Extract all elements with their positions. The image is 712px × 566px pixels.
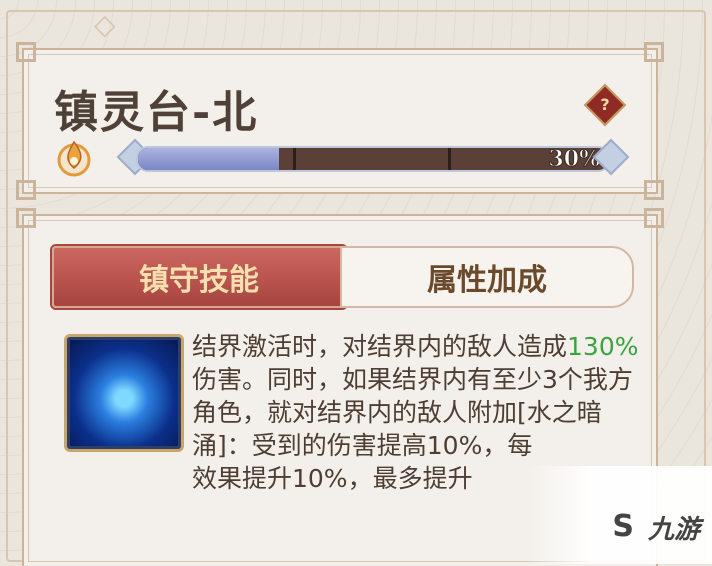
watermark: S 九游 — [526, 466, 712, 564]
progress-bar: 30% — [114, 138, 634, 176]
help-button[interactable]: ? — [583, 83, 627, 127]
desc-text: 伤害。同时，如果结界内有至少3个我方角色，就对结界内的敌人附加[水之暗涌]：受到… — [192, 365, 633, 460]
corner-ornament — [16, 180, 36, 200]
corner-ornament — [16, 42, 36, 62]
tab-attribute-bonus[interactable]: 属性加成 — [340, 246, 634, 308]
progress-fill — [138, 148, 279, 170]
progress-track: 30% — [136, 146, 610, 172]
question-icon: ? — [600, 95, 610, 114]
corner-ornament — [644, 42, 664, 62]
watermark-text: 九游 — [647, 515, 700, 545]
flame-icon — [57, 140, 91, 177]
desc-text: 结界激活时，对结界内的敌人造成 — [192, 332, 568, 361]
desc-text: 效果提升10%，最多提升 — [192, 464, 473, 493]
corner-ornament — [644, 208, 664, 228]
damage-highlight: 130% — [567, 332, 639, 361]
tab-guard-skill[interactable]: 镇守技能 — [52, 246, 346, 308]
progress-segment — [293, 148, 297, 170]
progress-percent: 30% — [548, 146, 601, 172]
page-title: 镇灵台-北 — [54, 87, 259, 138]
diamond-ornament-icon: ◇ — [94, 8, 116, 41]
corner-ornament — [644, 180, 664, 200]
watermark-logo: S — [612, 509, 634, 544]
water-swirl-icon — [64, 334, 184, 452]
progress-segment — [448, 148, 452, 170]
header-panel: 镇灵台-北 ? 30% — [16, 42, 664, 200]
corner-ornament — [16, 208, 36, 228]
